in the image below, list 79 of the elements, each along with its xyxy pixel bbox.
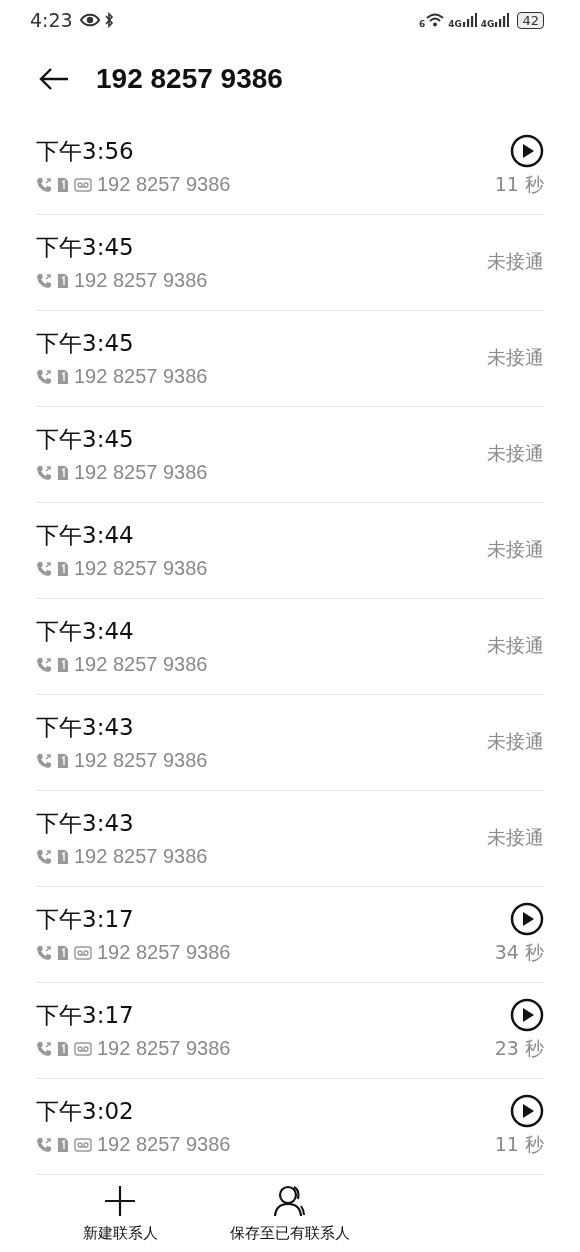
call-time: 下午3:44: [36, 617, 135, 646]
sim-card-icon: [57, 464, 69, 481]
battery-level: 42: [517, 11, 544, 29]
play-icon[interactable]: [510, 902, 544, 936]
bluetooth-icon: [103, 12, 114, 29]
sim-card-icon: [57, 656, 69, 673]
voicemail-icon: [74, 945, 92, 960]
phone-number: 192 8257 9386: [74, 557, 208, 580]
phone-number: 192 8257 9386: [74, 845, 208, 868]
call-status: 未接通: [487, 729, 544, 754]
phone-number: 192 8257 9386: [74, 365, 208, 388]
sim-card-icon: [57, 272, 69, 289]
phone-icon: [36, 272, 52, 289]
signal-icon: [495, 13, 510, 28]
phone-icon: [36, 1040, 52, 1057]
sim-card-icon: [57, 1136, 69, 1153]
phone-number: 192 8257 9386: [74, 461, 208, 484]
call-status: 未接通: [487, 345, 544, 370]
phone-icon: [36, 464, 52, 481]
call-time: 下午3:17: [36, 1001, 135, 1030]
voicemail-icon: [74, 177, 92, 192]
phone-icon: [36, 176, 52, 193]
save-to-contact-button[interactable]: 保存至已有联系人: [205, 1183, 375, 1243]
sim-card-icon: [57, 944, 69, 961]
phone-icon: [36, 1136, 52, 1153]
new-contact-button[interactable]: 新建联系人: [35, 1183, 205, 1243]
call-status: 未接通: [487, 441, 544, 466]
signal-icon: [462, 13, 477, 28]
sim-card-icon: [57, 560, 69, 577]
phone-number: 192 8257 9386: [74, 749, 208, 772]
sim-card-icon: [57, 176, 69, 193]
phone-number: 192 8257 9386: [74, 653, 208, 676]
call-time: 下午3:45: [36, 233, 135, 262]
call-time: 下午3:45: [36, 329, 135, 358]
phone-number: 192 8257 9386: [97, 173, 231, 196]
call-time: 下午3:56: [36, 137, 135, 166]
sim-card-icon: [57, 368, 69, 385]
phone-number: 192 8257 9386: [97, 941, 231, 964]
play-icon[interactable]: [510, 134, 544, 168]
call-time: 下午3:02: [36, 1097, 135, 1126]
plus-icon: [103, 1183, 137, 1218]
phone-icon: [36, 848, 52, 865]
call-duration: 11 秒: [494, 1132, 544, 1157]
call-status: 未接通: [487, 249, 544, 274]
call-time: 下午3:43: [36, 809, 135, 838]
voicemail-icon: [74, 1137, 92, 1152]
call-duration: 23 秒: [494, 1036, 544, 1061]
play-icon[interactable]: [510, 1094, 544, 1128]
network-label: 4G: [480, 19, 495, 30]
phone-number: 192 8257 9386: [74, 269, 208, 292]
call-time: 下午3:44: [36, 521, 135, 550]
call-time: 下午3:45: [36, 425, 135, 454]
sim-card-icon: [57, 752, 69, 769]
phone-number-title: 192 8257 9386: [96, 63, 283, 96]
play-icon[interactable]: [510, 998, 544, 1032]
call-duration: 11 秒: [494, 172, 544, 197]
phone-number: 192 8257 9386: [97, 1133, 231, 1156]
person-icon: [273, 1183, 307, 1218]
call-time: 下午3:17: [36, 905, 135, 934]
voicemail-icon: [74, 1041, 92, 1056]
phone-icon: [36, 656, 52, 673]
phone-icon: [36, 368, 52, 385]
phone-icon: [36, 944, 52, 961]
phone-icon: [36, 752, 52, 769]
eye-icon: [79, 13, 100, 28]
phone-number: 192 8257 9386: [97, 1037, 231, 1060]
call-duration: 34 秒: [494, 940, 544, 965]
network-label: 4G: [448, 19, 462, 30]
call-status: 未接通: [487, 825, 544, 850]
phone-icon: [36, 560, 52, 577]
back-icon[interactable]: [38, 67, 70, 92]
wifi-label: 6: [418, 19, 426, 30]
call-status: 未接通: [487, 633, 544, 658]
sim-card-icon: [57, 1040, 69, 1057]
sim-card-icon: [57, 848, 69, 865]
clock-time: 4:23: [30, 9, 73, 32]
call-time: 下午3:43: [36, 713, 135, 742]
call-status: 未接通: [487, 537, 544, 562]
wifi-icon: [426, 13, 445, 28]
